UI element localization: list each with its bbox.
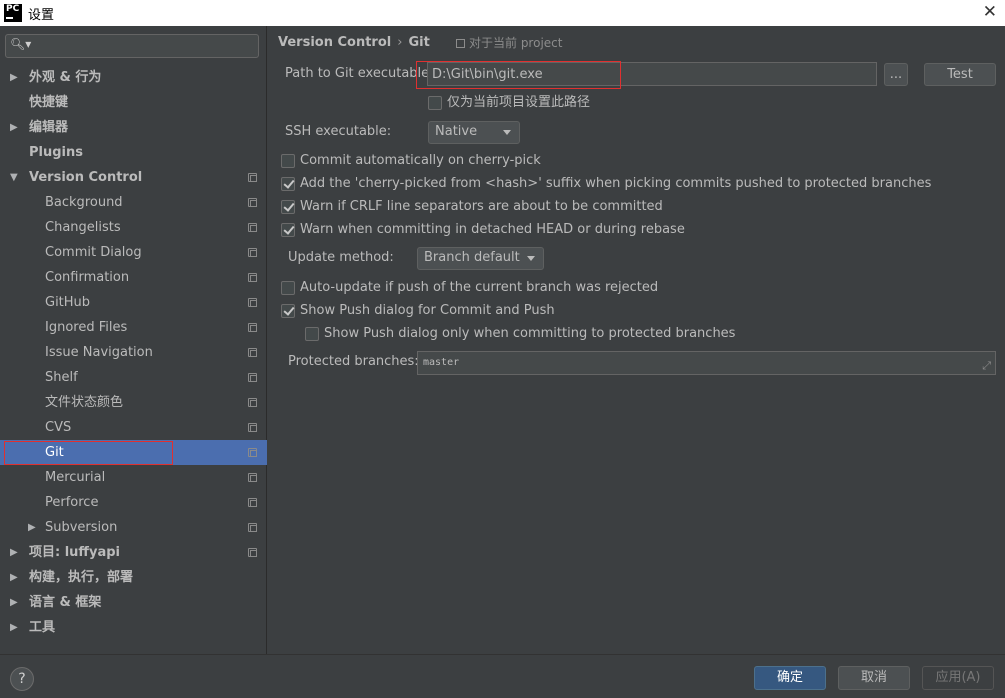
chevron-down-icon (503, 130, 511, 135)
project-scope-icon (248, 323, 257, 332)
expand-icon[interactable]: ⤢ (982, 355, 991, 377)
title-bar: PC 设置 ✕ (0, 0, 1005, 26)
project-scope-icon (248, 373, 257, 382)
ok-button[interactable]: 确定 (754, 666, 826, 690)
tree-item-issue-navigation[interactable]: Issue Navigation (0, 340, 267, 365)
project-scope-icon (456, 39, 465, 48)
auto-update-checkbox[interactable] (281, 281, 295, 295)
protected-branches-input[interactable]: master ⤢ (417, 351, 996, 375)
tree-item-changelists[interactable]: Changelists (0, 215, 267, 240)
settings-search-input[interactable] (30, 36, 256, 56)
project-scope-icon (248, 248, 257, 257)
update-method-select[interactable]: Branch default (417, 247, 544, 270)
tree-item-file-status-colors[interactable]: 文件状态颜色 (0, 390, 267, 415)
warn-detached-head-checkbox[interactable] (281, 223, 295, 237)
push-dialog-protected-only-checkbox[interactable] (305, 327, 319, 341)
warn-crlf-checkbox[interactable] (281, 200, 295, 214)
tree-item-ignored-files[interactable]: Ignored Files (0, 315, 267, 340)
project-scope-icon (248, 273, 257, 282)
help-button[interactable]: ? (10, 667, 34, 691)
breadcrumb: Version Control › Git (278, 34, 430, 52)
cherry-picked-suffix-checkbox[interactable] (281, 177, 295, 191)
tree-item-editor[interactable]: ▶ 编辑器 (0, 115, 267, 140)
show-push-dialog-checkbox[interactable] (281, 304, 295, 318)
tree-item-version-control[interactable]: ▼ Version Control (0, 165, 267, 190)
tree-item-cvs[interactable]: CVS (0, 415, 267, 440)
tree-item-commit-dialog[interactable]: Commit Dialog (0, 240, 267, 265)
window-title: 设置 (28, 7, 55, 23)
git-path-highlight-box (416, 61, 621, 89)
git-highlight-box (4, 441, 173, 465)
settings-sidebar: 🔍︎▾ ▶ 外观 & 行为 快捷键 ▶ 编辑器 Plugins ▼ Version C… (0, 26, 267, 654)
git-settings-panel: Version Control › Git 对于当前 project Path to… (268, 26, 1005, 654)
tree-item-keymap[interactable]: 快捷键 (0, 90, 267, 115)
git-path-label: Path to Git executable: (285, 66, 434, 81)
project-scope-icon (248, 498, 257, 507)
tree-item-git[interactable]: Git (0, 440, 267, 465)
protected-branches-label: Protected branches: (288, 354, 419, 369)
project-scope-icon (248, 473, 257, 482)
tree-item-project[interactable]: ▶ 项目: luffyapi (0, 540, 267, 565)
chevron-down-icon (527, 256, 535, 261)
apply-button[interactable]: 应用(A) (922, 666, 994, 690)
expand-arrow-icon[interactable]: ▶ (10, 565, 18, 590)
expand-arrow-icon[interactable]: ▶ (10, 65, 18, 90)
project-scope-icon (248, 548, 257, 557)
tree-item-appearance-behavior[interactable]: ▶ 外观 & 行为 (0, 65, 267, 90)
ssh-executable-select[interactable]: Native (428, 121, 520, 144)
project-scope-icon (248, 523, 257, 532)
tree-item-plugins[interactable]: Plugins (0, 140, 267, 165)
expand-arrow-icon[interactable]: ▶ (10, 590, 18, 615)
tree-item-shelf[interactable]: Shelf (0, 365, 267, 390)
current-project-only-checkbox[interactable] (428, 96, 442, 110)
expand-arrow-icon[interactable]: ▶ (10, 615, 18, 640)
dialog-footer: ? 确定 取消 应用(A) (0, 654, 1005, 698)
tree-item-github[interactable]: GitHub (0, 290, 267, 315)
cancel-button[interactable]: 取消 (838, 666, 910, 690)
tree-item-confirmation[interactable]: Confirmation (0, 265, 267, 290)
project-scope-icon (248, 423, 257, 432)
project-scope-note: 对于当前 project (456, 34, 562, 52)
breadcrumb-parent: Version Control (278, 35, 392, 50)
project-scope-icon (248, 223, 257, 232)
tree-item-mercurial[interactable]: Mercurial (0, 465, 267, 490)
pycharm-app-icon: PC (4, 4, 22, 22)
tree-item-languages-frameworks[interactable]: ▶ 语言 & 框架 (0, 590, 267, 615)
project-scope-icon (248, 298, 257, 307)
project-scope-icon (248, 398, 257, 407)
expand-arrow-icon[interactable]: ▶ (10, 540, 18, 565)
tree-item-subversion[interactable]: ▶ Subversion (0, 515, 267, 540)
settings-search-box[interactable]: 🔍︎▾ (5, 34, 259, 58)
collapse-arrow-icon[interactable]: ▼ (10, 165, 18, 190)
project-scope-icon (248, 198, 257, 207)
expand-arrow-icon[interactable]: ▶ (28, 515, 36, 540)
breadcrumb-separator: › (397, 35, 403, 50)
tree-item-perforce[interactable]: Perforce (0, 490, 267, 515)
browse-button[interactable]: ... (884, 63, 908, 86)
settings-tree: ▶ 外观 & 行为 快捷键 ▶ 编辑器 Plugins ▼ Version Contr… (0, 65, 267, 640)
commit-on-cherry-pick-checkbox[interactable] (281, 154, 295, 168)
close-icon[interactable]: ✕ (983, 2, 997, 22)
ssh-executable-label: SSH executable: (285, 124, 392, 139)
project-scope-icon (248, 348, 257, 357)
tree-item-background[interactable]: Background (0, 190, 267, 215)
project-scope-icon (248, 173, 257, 182)
search-icon: 🔍︎▾ (10, 37, 32, 51)
tree-item-build-execution-deployment[interactable]: ▶ 构建，执行，部署 (0, 565, 267, 590)
test-button[interactable]: Test (924, 63, 996, 86)
tree-item-tools[interactable]: ▶ 工具 (0, 615, 267, 640)
breadcrumb-current: Git (408, 35, 430, 50)
update-method-label: Update method: (288, 250, 394, 265)
project-scope-icon (248, 448, 257, 457)
expand-arrow-icon[interactable]: ▶ (10, 115, 18, 140)
